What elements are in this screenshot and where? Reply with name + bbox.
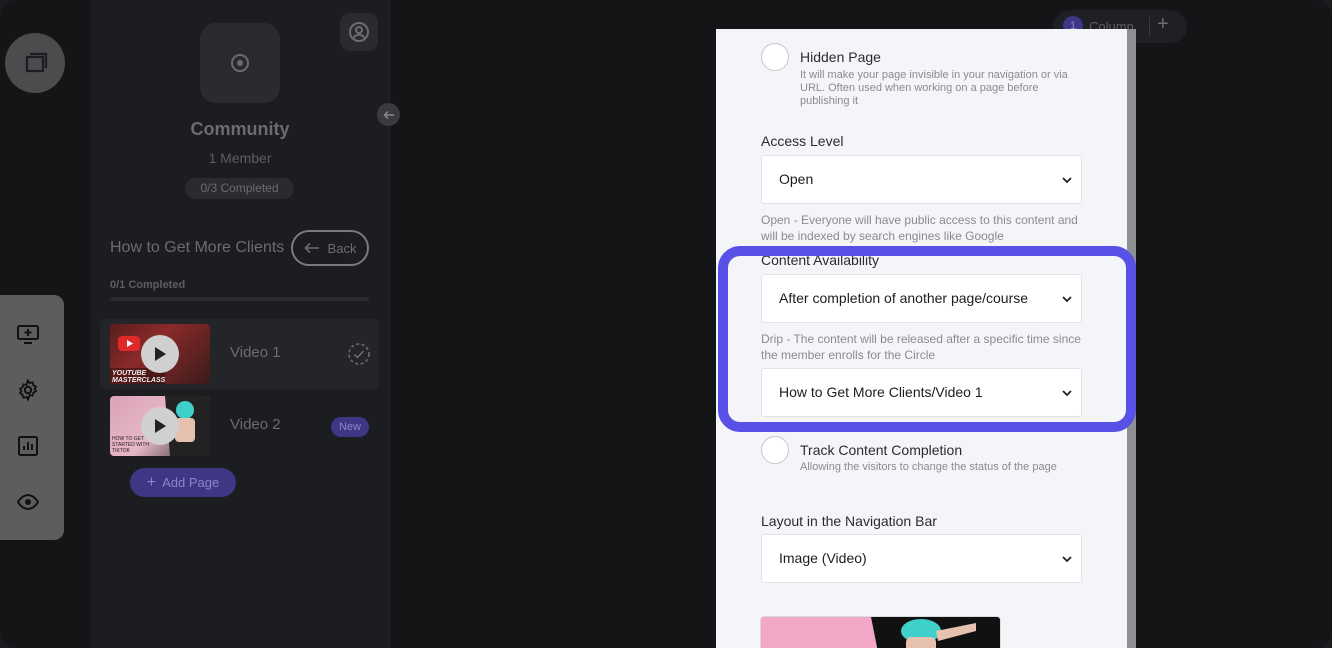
user-circle-icon xyxy=(349,22,369,42)
nav-layout-label: Layout in the Navigation Bar xyxy=(761,513,937,529)
back-button[interactable]: Back xyxy=(291,230,369,266)
lesson-thumbnail: YOUTUBE MASTERCLASS xyxy=(110,324,210,384)
access-level-help: Open - Everyone will have public access … xyxy=(761,213,1078,243)
lesson-title: Video 1 xyxy=(230,344,281,361)
lesson-item[interactable]: HOW TO GET STARTED WITH TIKTOK Video 2 N… xyxy=(100,391,379,461)
lesson-item[interactable]: YOUTUBE MASTERCLASS Video 1 xyxy=(100,319,379,389)
gear-icon[interactable] xyxy=(14,376,42,404)
app-frame: Community 1 Member 0/3 Completed How to … xyxy=(0,0,1332,648)
add-column-icon[interactable]: + xyxy=(1157,13,1169,36)
course-progress-label: 0/1 Completed xyxy=(110,279,186,291)
profile-button[interactable] xyxy=(340,13,378,51)
chevron-down-icon xyxy=(1062,556,1072,563)
course-progress-bar xyxy=(110,297,369,301)
member-count: 1 Member xyxy=(208,150,272,166)
target-icon xyxy=(231,54,249,72)
play-icon[interactable] xyxy=(141,335,179,373)
nav-layout-value: Image (Video) xyxy=(779,550,867,566)
community-progress-badge: 0/3 Completed xyxy=(185,178,294,199)
track-completion-description: Allowing the visitors to change the stat… xyxy=(800,461,1057,473)
arrow-left-icon xyxy=(303,242,319,254)
analytics-icon[interactable] xyxy=(14,432,42,460)
pages-icon xyxy=(25,52,48,73)
play-icon[interactable] xyxy=(141,407,179,445)
collapse-sidebar-button[interactable] xyxy=(377,103,400,126)
arrow-left-icon xyxy=(382,110,394,119)
access-level-value: Open xyxy=(779,171,814,187)
access-level-label: Access Level xyxy=(761,133,844,149)
preview-image xyxy=(761,617,1000,648)
course-title: How to Get More Clients xyxy=(110,239,285,256)
access-level-select[interactable]: Open xyxy=(761,155,1082,204)
lesson-title: Video 2 xyxy=(230,416,281,433)
hidden-page-toggle[interactable] xyxy=(761,43,789,71)
left-tool-rail xyxy=(0,295,64,540)
add-page-label: Add Page xyxy=(162,475,220,490)
plus-icon: + xyxy=(146,473,157,491)
community-title: Community xyxy=(190,119,290,139)
add-page-button[interactable]: + Add Page xyxy=(130,468,236,497)
nav-layout-select[interactable]: Image (Video) xyxy=(761,534,1082,583)
chevron-down-icon xyxy=(1062,177,1072,184)
track-completion-title: Track Content Completion xyxy=(800,442,963,458)
lesson-thumbnail: HOW TO GET STARTED WITH TIKTOK xyxy=(110,396,210,456)
check-circle-icon[interactable] xyxy=(347,342,371,366)
highlight-outline xyxy=(718,246,1136,432)
eye-icon[interactable] xyxy=(14,488,42,516)
new-badge: New xyxy=(331,417,369,437)
course-sidebar: Community 1 Member 0/3 Completed How to … xyxy=(90,0,390,648)
thumbnail-preview[interactable] xyxy=(760,616,1001,648)
track-completion-toggle[interactable] xyxy=(761,436,789,464)
pages-toggle-button[interactable] xyxy=(5,33,65,93)
community-logo xyxy=(200,23,280,103)
back-label: Back xyxy=(327,240,357,256)
hidden-page-description: It will make your page invisible in your… xyxy=(800,69,1068,107)
hidden-page-title: Hidden Page xyxy=(800,49,881,65)
divider xyxy=(1149,17,1150,36)
add-section-icon[interactable] xyxy=(14,320,42,348)
